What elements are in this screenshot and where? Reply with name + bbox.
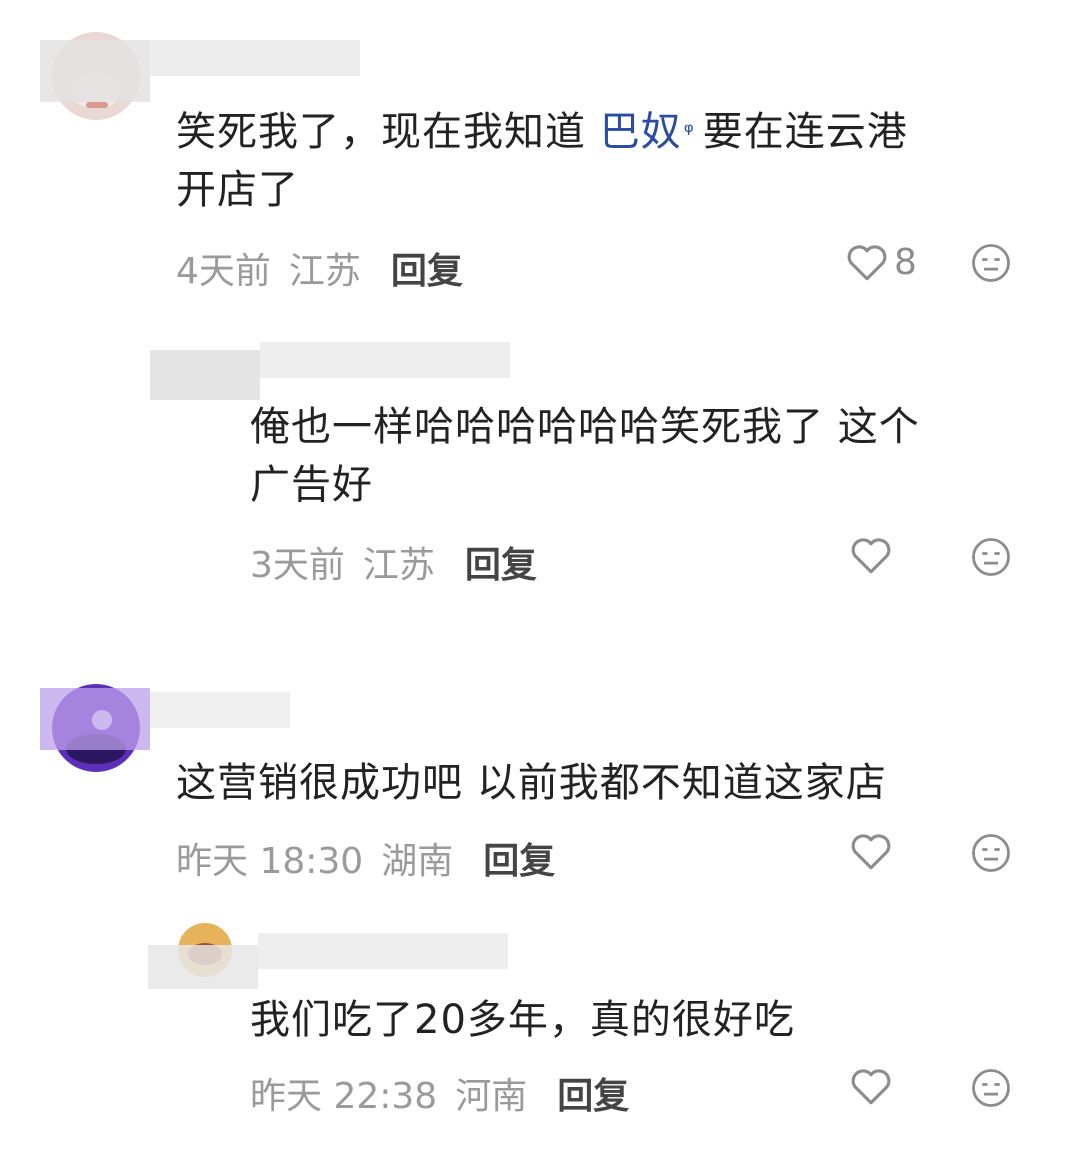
blurred-username-bar xyxy=(258,933,508,969)
like-button[interactable]: 8 xyxy=(846,242,917,283)
comment-3: 这营销很成功吧 以前我都不知道这家店 昨天 18:30 湖南 回复 xyxy=(0,670,1080,900)
comment-1: 笑死我了，现在我知道 巴奴ᵠ 要在连云港 开店了 4天前 江苏 回复 8 xyxy=(0,0,1080,300)
heart-outline-icon xyxy=(851,1069,891,1105)
region: 江苏 xyxy=(288,251,361,292)
comment-meta: 4天前 江苏 回复 xyxy=(176,242,481,294)
like-button[interactable] xyxy=(850,832,892,872)
blurred-username xyxy=(40,688,150,750)
blurred-username-bar xyxy=(150,692,290,728)
timestamp: 3天前 xyxy=(250,545,345,586)
timestamp: 昨天 22:38 xyxy=(250,1076,438,1117)
blurred-reply-avatar xyxy=(148,945,258,989)
comment-text: 我们吃了20多年，真的很好吃 xyxy=(250,997,795,1043)
like-count: 8 xyxy=(894,242,917,283)
blurred-reply-avatar xyxy=(150,350,260,400)
heart-outline-icon xyxy=(851,538,891,574)
heart-outline-icon xyxy=(851,834,891,870)
comment-text: 俺也一样哈哈哈哈哈哈笑死我了 这个 广告好 xyxy=(250,404,920,508)
comment-2: 俺也一样哈哈哈哈哈哈笑死我了 这个 广告好 3天前 江苏 回复 xyxy=(0,320,1080,620)
meh-face-icon xyxy=(972,244,1010,282)
region: 江苏 xyxy=(362,545,435,586)
heart-outline-icon xyxy=(847,244,887,280)
comment-4: 我们吃了20多年，真的很好吃 昨天 22:38 河南 回复 xyxy=(0,915,1080,1155)
blurred-username-bar xyxy=(260,342,510,378)
dislike-button[interactable] xyxy=(970,1067,1012,1109)
region: 河南 xyxy=(455,1076,528,1117)
blurred-username-bar xyxy=(150,40,360,76)
meh-face-icon xyxy=(972,834,1010,872)
meh-face-icon xyxy=(972,1069,1010,1107)
comment-meta: 昨天 18:30 湖南 回复 xyxy=(176,832,573,884)
comment-meta: 昨天 22:38 河南 回复 xyxy=(250,1067,647,1119)
region: 湖南 xyxy=(381,841,454,882)
dislike-button[interactable] xyxy=(970,832,1012,874)
search-icon: ᵠ xyxy=(683,118,695,146)
like-button[interactable] xyxy=(850,1067,892,1107)
reply-button[interactable]: 回复 xyxy=(465,536,537,588)
reply-button[interactable]: 回复 xyxy=(557,1067,629,1119)
comment-text: 这营销很成功吧 以前我都不知道这家店 xyxy=(176,760,887,806)
timestamp: 昨天 18:30 xyxy=(176,841,364,882)
reply-button[interactable]: 回复 xyxy=(391,242,463,294)
meh-face-icon xyxy=(972,538,1010,576)
like-button[interactable] xyxy=(850,536,892,576)
blurred-username xyxy=(40,40,150,102)
timestamp: 4天前 xyxy=(176,251,271,292)
comment-text: 笑死我了，现在我知道 巴奴ᵠ 要在连云港 开店了 xyxy=(176,109,908,213)
topic-link[interactable]: 巴奴ᵠ xyxy=(600,109,703,155)
dislike-button[interactable] xyxy=(970,242,1012,284)
reply-button[interactable]: 回复 xyxy=(483,832,555,884)
comment-meta: 3天前 江苏 回复 xyxy=(250,536,555,588)
dislike-button[interactable] xyxy=(970,536,1012,578)
